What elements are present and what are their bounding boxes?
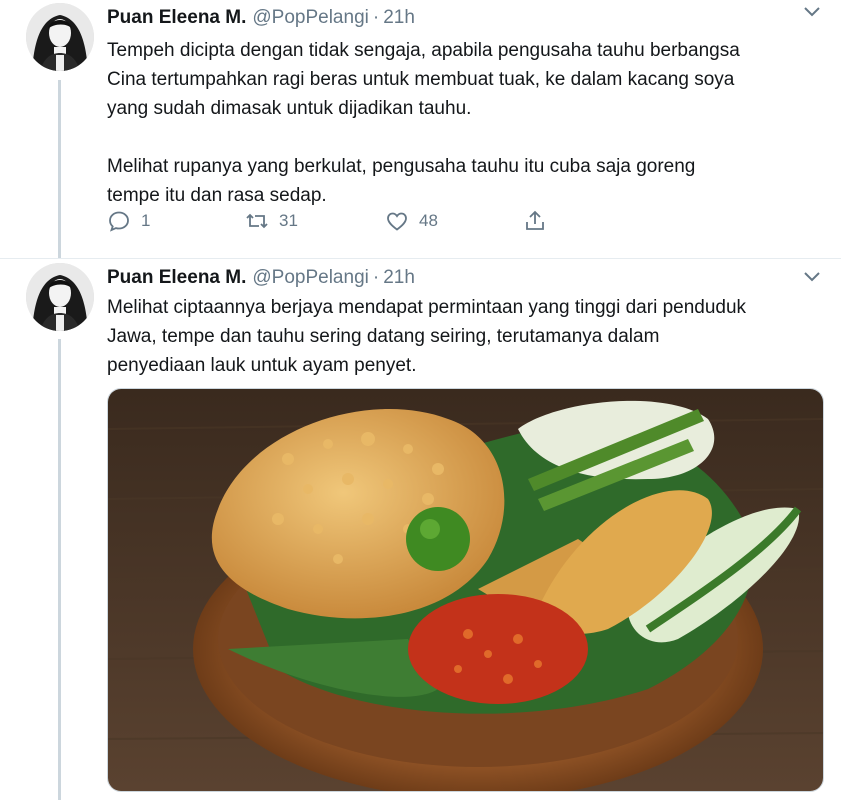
timestamp[interactable]: 21h <box>383 7 415 28</box>
avatar[interactable] <box>26 3 94 71</box>
display-name[interactable]: Puan Eleena M. <box>107 267 246 288</box>
timestamp[interactable]: 21h <box>383 267 415 288</box>
tweet-header: Puan Eleena M. @PopPelangi · 21h <box>107 266 415 290</box>
profile-photo <box>26 263 94 331</box>
profile-photo <box>26 3 94 71</box>
user-handle[interactable]: @PopPelangi <box>252 7 368 28</box>
retweet-icon <box>246 213 268 229</box>
display-name[interactable]: Puan Eleena M. <box>107 7 246 28</box>
tweet-header: Puan Eleena M. @PopPelangi · 21h <box>107 6 415 30</box>
tweet-1[interactable]: Puan Eleena M. @PopPelangi · 21h Tempeh dic… <box>0 0 841 258</box>
thread-line <box>58 339 61 800</box>
share-icon <box>526 210 544 230</box>
retweet-button[interactable]: 31 <box>245 208 298 234</box>
avatar[interactable] <box>26 263 94 331</box>
user-handle[interactable]: @PopPelangi <box>252 267 368 288</box>
separator-dot: · <box>372 7 380 28</box>
share-button[interactable] <box>523 208 547 234</box>
like-button[interactable]: 48 <box>385 208 438 234</box>
chevron-down-icon[interactable] <box>801 4 823 20</box>
tweet-media-photo[interactable] <box>107 388 824 792</box>
thread-line <box>58 80 61 258</box>
like-count: 48 <box>419 211 438 230</box>
tweet-text: Melihat ciptaannya berjaya mendapat perm… <box>107 297 747 376</box>
chevron-down-icon[interactable] <box>801 269 823 285</box>
heart-icon <box>387 212 407 231</box>
tweet-text: Tempeh dicipta dengan tidak sengaja, apa… <box>107 40 740 206</box>
retweet-count: 31 <box>279 211 298 230</box>
reply-icon <box>109 211 129 232</box>
reply-button[interactable]: 1 <box>107 208 150 234</box>
reply-count: 1 <box>141 211 151 230</box>
food-photo <box>108 389 823 791</box>
separator-dot: · <box>372 267 380 288</box>
